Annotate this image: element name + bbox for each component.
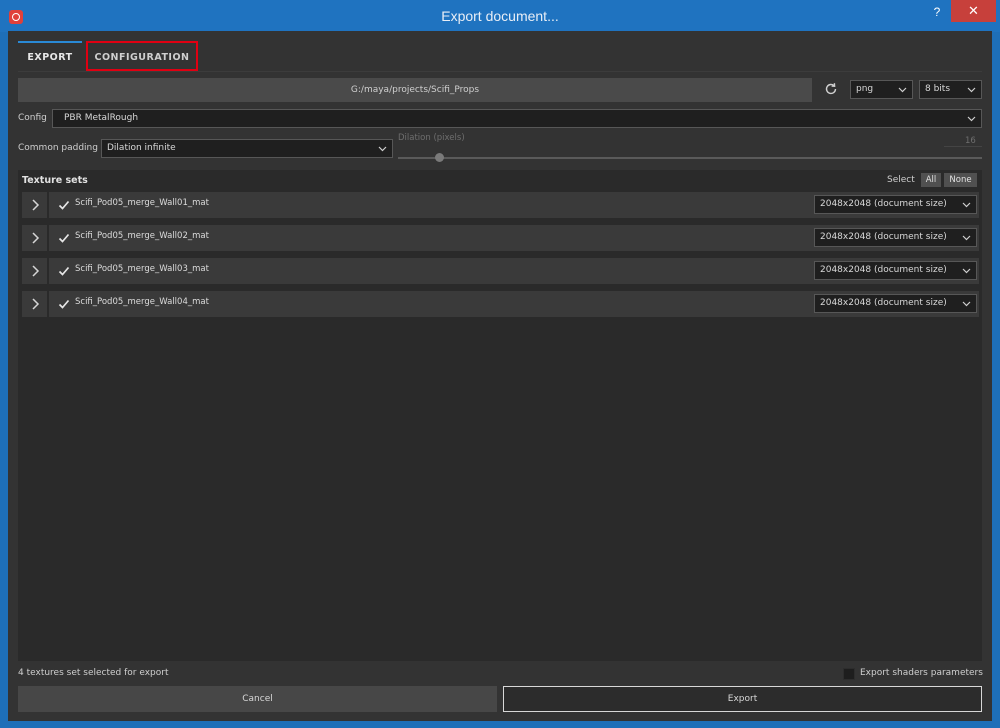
- dilation-label: Dilation (pixels): [398, 133, 465, 143]
- checkmark-icon[interactable]: [58, 199, 70, 211]
- expand-button[interactable]: [22, 291, 49, 317]
- common-padding-select[interactable]: Dilation infinite: [101, 139, 393, 158]
- texture-set-name: Scifi_Pod05_merge_Wall01_mat: [75, 198, 209, 208]
- refresh-icon[interactable]: [824, 82, 838, 96]
- select-label: Select: [887, 175, 915, 185]
- texture-set-row: Scifi_Pod05_merge_Wall04_mat 2048x2048 (…: [22, 291, 979, 317]
- texture-set-name: Scifi_Pod05_merge_Wall03_mat: [75, 264, 209, 274]
- bit-depth-select[interactable]: 8 bits: [919, 80, 982, 99]
- chevron-down-icon: [378, 146, 387, 152]
- texture-size-value: 2048x2048 (document size): [820, 232, 947, 242]
- dilation-slider-handle[interactable]: [435, 153, 444, 162]
- chevron-down-icon: [962, 268, 971, 274]
- texture-set-row: Scifi_Pod05_merge_Wall02_mat 2048x2048 (…: [22, 225, 979, 251]
- common-padding-value: Dilation infinite: [107, 143, 176, 153]
- window-titlebar: Export document... ? ✕: [0, 0, 1000, 32]
- chevron-right-icon: [32, 265, 40, 277]
- export-dialog: EXPORT CONFIGURATION G:/maya/projects/Sc…: [8, 31, 992, 721]
- select-none-button[interactable]: None: [944, 173, 977, 187]
- texture-size-select[interactable]: 2048x2048 (document size): [814, 228, 977, 247]
- texture-set-name: Scifi_Pod05_merge_Wall02_mat: [75, 231, 209, 241]
- close-button[interactable]: ✕: [951, 0, 996, 22]
- file-format-select[interactable]: png: [850, 80, 913, 99]
- checkmark-icon[interactable]: [58, 298, 70, 310]
- config-label: Config: [18, 113, 47, 123]
- dilation-value-underline: [944, 146, 982, 147]
- export-button[interactable]: Export: [503, 686, 982, 712]
- tab-divider: [18, 71, 982, 72]
- chevron-down-icon: [962, 235, 971, 241]
- expand-button[interactable]: [22, 258, 49, 284]
- help-button[interactable]: ?: [930, 5, 944, 21]
- window-title: Export document...: [441, 8, 559, 24]
- texture-sets-panel: Texture sets Select All None Scifi_Pod05…: [18, 170, 982, 661]
- dilation-value[interactable]: 16: [965, 136, 976, 146]
- texture-size-select[interactable]: 2048x2048 (document size): [814, 261, 977, 280]
- checkmark-icon[interactable]: [58, 232, 70, 244]
- chevron-down-icon: [967, 87, 976, 93]
- tab-configuration[interactable]: CONFIGURATION: [86, 41, 198, 71]
- expand-button[interactable]: [22, 192, 49, 218]
- export-status-text: 4 textures set selected for export: [18, 668, 169, 678]
- texture-size-value: 2048x2048 (document size): [820, 199, 947, 209]
- chevron-right-icon: [32, 298, 40, 310]
- export-shaders-checkbox[interactable]: [843, 668, 855, 680]
- texture-size-select[interactable]: 2048x2048 (document size): [814, 195, 977, 214]
- tab-export[interactable]: EXPORT: [18, 41, 82, 71]
- texture-set-name: Scifi_Pod05_merge_Wall04_mat: [75, 297, 209, 307]
- file-format-value: png: [856, 84, 874, 94]
- chevron-right-icon: [32, 199, 40, 211]
- texture-size-value: 2048x2048 (document size): [820, 298, 947, 308]
- config-select[interactable]: PBR MetalRough: [52, 109, 982, 128]
- config-value: PBR MetalRough: [64, 113, 139, 123]
- cancel-button[interactable]: Cancel: [18, 686, 497, 712]
- chevron-down-icon: [962, 301, 971, 307]
- common-padding-label: Common padding: [18, 143, 98, 153]
- bit-depth-value: 8 bits: [925, 84, 951, 94]
- chevron-down-icon: [962, 202, 971, 208]
- texture-set-row: Scifi_Pod05_merge_Wall01_mat 2048x2048 (…: [22, 192, 979, 218]
- texture-set-row: Scifi_Pod05_merge_Wall03_mat 2048x2048 (…: [22, 258, 979, 284]
- dilation-slider[interactable]: [398, 157, 982, 159]
- export-shaders-label[interactable]: Export shaders parameters: [860, 668, 983, 678]
- chevron-right-icon: [32, 232, 40, 244]
- export-path-field[interactable]: G:/maya/projects/Scifi_Props: [18, 78, 812, 102]
- chevron-down-icon: [967, 116, 976, 122]
- texture-sets-title: Texture sets: [22, 175, 88, 186]
- select-all-button[interactable]: All: [921, 173, 941, 187]
- chevron-down-icon: [898, 87, 907, 93]
- texture-size-value: 2048x2048 (document size): [820, 265, 947, 275]
- texture-size-select[interactable]: 2048x2048 (document size): [814, 294, 977, 313]
- checkmark-icon[interactable]: [58, 265, 70, 277]
- expand-button[interactable]: [22, 225, 49, 251]
